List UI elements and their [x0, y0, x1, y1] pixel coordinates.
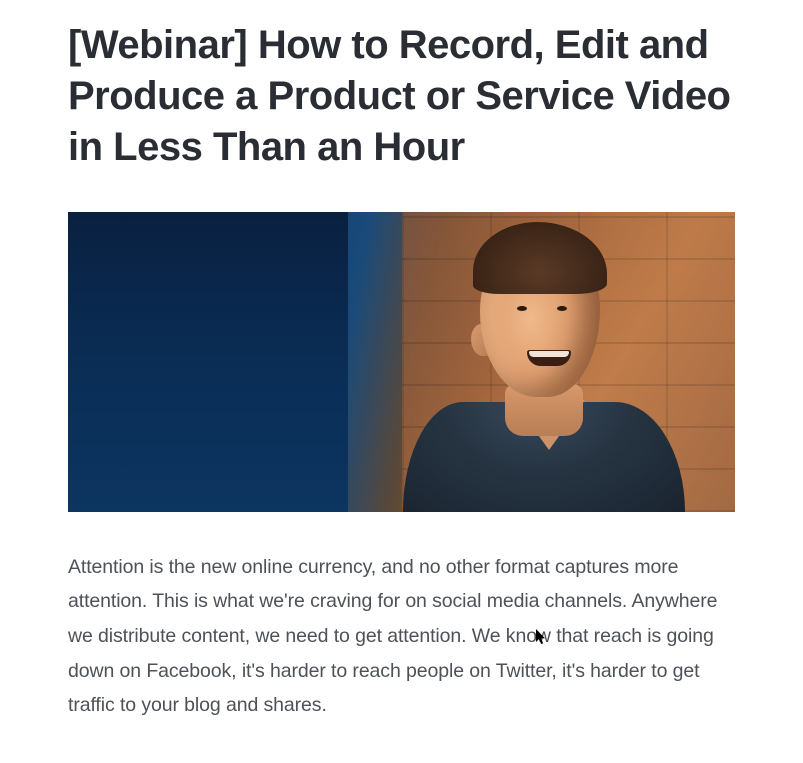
hero-image: [68, 212, 735, 512]
article-title: [Webinar] How to Record, Edit and Produc…: [68, 20, 735, 174]
hero-person: [375, 212, 685, 512]
article-body-paragraph: Attention is the new online currency, an…: [68, 550, 735, 724]
